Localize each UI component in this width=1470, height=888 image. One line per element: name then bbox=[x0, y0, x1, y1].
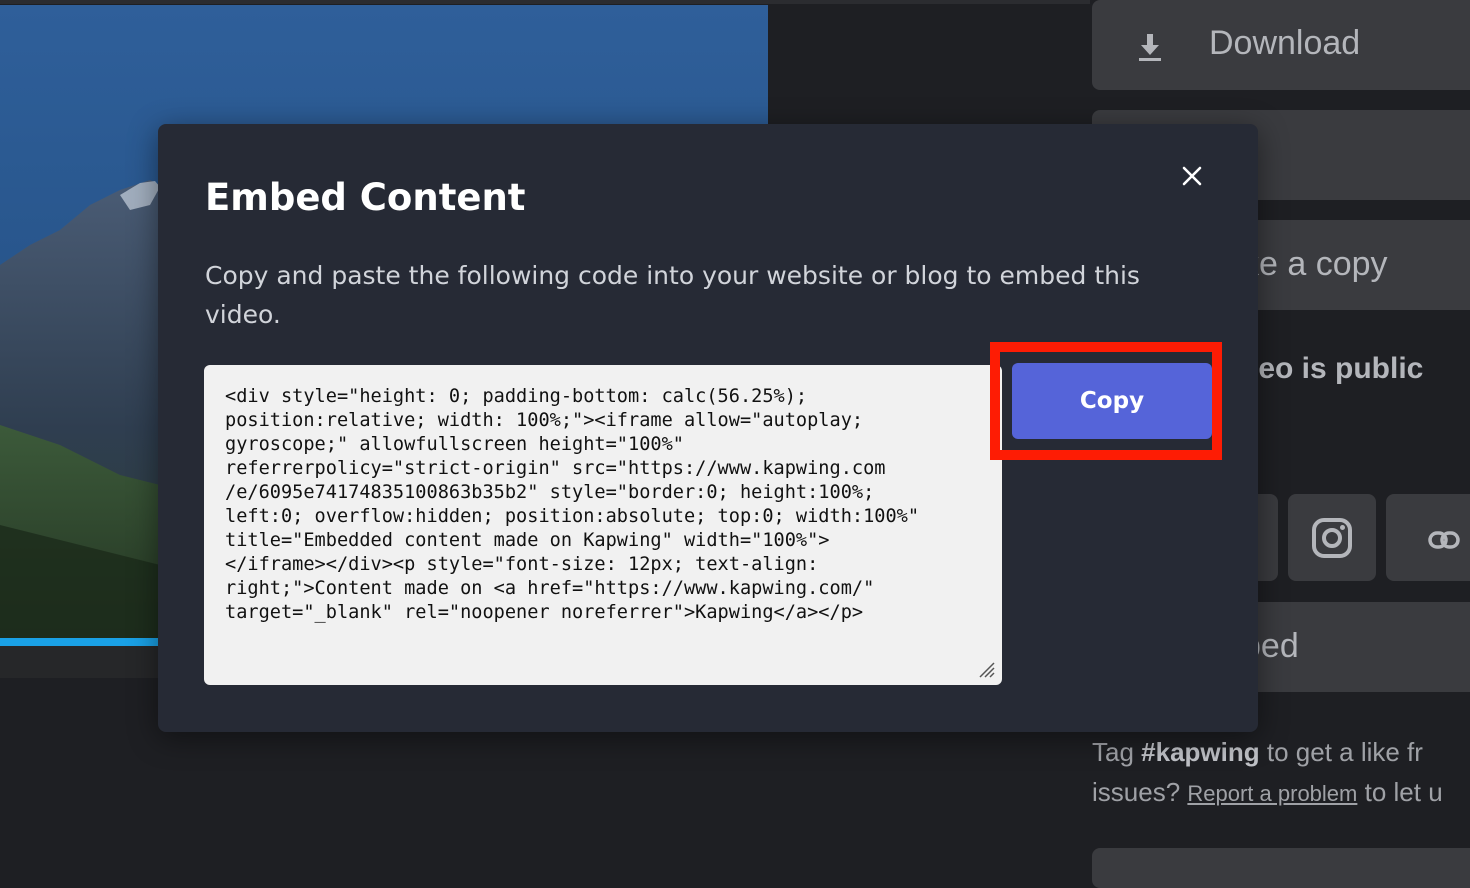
modal-description: Copy and paste the following code into y… bbox=[205, 261, 1140, 329]
link-icon bbox=[1428, 531, 1460, 549]
instagram-icon bbox=[1312, 518, 1352, 558]
close-icon[interactable] bbox=[1176, 160, 1208, 192]
instagram-share-button[interactable] bbox=[1288, 494, 1376, 581]
tag-suffix: to get a like fr bbox=[1259, 737, 1423, 767]
tagline: Tag #kapwing to get a like fr issues? Re… bbox=[1092, 732, 1443, 814]
issues-suffix: to let u bbox=[1357, 777, 1443, 807]
download-icon bbox=[1139, 34, 1161, 61]
tag-prefix: Tag bbox=[1092, 737, 1142, 767]
make-copy-label-fragment: ke a copy bbox=[1242, 245, 1388, 283]
issues-prefix: issues? bbox=[1092, 777, 1188, 807]
resize-handle-icon[interactable] bbox=[974, 657, 996, 679]
tag-hashtag: #kapwing bbox=[1141, 737, 1260, 767]
report-problem-link[interactable]: Report a problem bbox=[1187, 781, 1357, 806]
video-progress-bar[interactable] bbox=[0, 638, 160, 646]
modal-title: Embed Content bbox=[205, 176, 526, 219]
bottom-panel-button[interactable] bbox=[1092, 848, 1470, 888]
download-label: Download bbox=[1209, 24, 1361, 62]
embed-code-textarea[interactable]: <div style="height: 0; padding-bottom: c… bbox=[204, 365, 1002, 685]
top-strip bbox=[0, 0, 1090, 4]
copy-button[interactable]: Copy bbox=[1012, 363, 1212, 439]
copy-link-button[interactable] bbox=[1386, 494, 1470, 581]
video-public-label: deo is public bbox=[1240, 352, 1424, 385]
embed-modal: Embed Content Copy and paste the followi… bbox=[158, 124, 1258, 732]
